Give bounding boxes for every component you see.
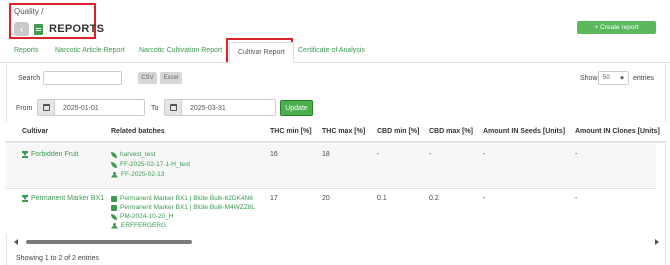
batch-link[interactable]: FF-2025-02-13 (111, 171, 164, 178)
table-info: Showing 1 to 2 of 2 entries (16, 255, 99, 262)
back-button[interactable]: ‹ (14, 22, 29, 36)
cultivar-name: Permanent Marker BX1 (31, 195, 105, 202)
col-cultivar[interactable]: Cultivar (22, 128, 48, 135)
batch-link[interactable]: FF-2025-02-17-1-H_test (111, 161, 190, 168)
thc-max-value: 20 (322, 195, 330, 202)
col-amount-clones[interactable]: Amount IN Clones [Units] (575, 128, 660, 135)
col-cbd-max[interactable]: CBD max [%] (429, 128, 473, 135)
create-report-button[interactable]: + Create report (577, 21, 656, 34)
tab-narcotic-cultivation-report[interactable]: Narcotic Cultivation Report (139, 47, 222, 54)
from-label: From (16, 105, 33, 112)
search-label: Search (18, 75, 41, 82)
tab-reports[interactable]: Reports (14, 47, 39, 54)
chevron-left-icon: ‹ (20, 24, 23, 34)
cultivar-link[interactable]: Forbidden Fruit (22, 151, 78, 158)
leaf-icon (111, 151, 117, 158)
leaf-icon (111, 213, 117, 220)
report-document-icon (34, 23, 43, 35)
from-date-input[interactable]: 2025-01-01 (55, 99, 145, 116)
thc-min-value: 17 (270, 195, 278, 202)
from-calendar-button[interactable] (37, 99, 55, 116)
batch-label: Permanent Marker BX1 | Blüte Bulk-62DK4N… (120, 195, 253, 202)
col-thc-max[interactable]: THC max [%] (322, 128, 365, 135)
batch-link[interactable]: PM-2024-10-20_H (111, 213, 173, 220)
box-icon (111, 204, 117, 211)
page-size-value: 50 (603, 75, 610, 81)
cultivar-icon (22, 195, 28, 202)
thc-max-value: 18 (322, 151, 330, 158)
page-title: REPORTS (49, 23, 105, 35)
scroll-left-arrow-icon[interactable] (14, 239, 18, 245)
seeds-value: - (483, 195, 486, 202)
tab-cultivar-report[interactable]: Cultivar Report (229, 42, 294, 63)
cultivar-name: Forbidden Fruit (31, 151, 79, 158)
to-date-input[interactable]: 2025-03-31 (182, 99, 276, 116)
col-thc-min[interactable]: THC min [%] (270, 128, 312, 135)
to-label: To (151, 105, 159, 112)
cbd-max-value: 0.2 (429, 195, 439, 202)
plants-icon (111, 171, 118, 178)
seeds-value: - (483, 151, 486, 158)
col-amount-seeds[interactable]: Amount IN Seeds [Units] (483, 128, 565, 135)
cultivar-icon (22, 151, 28, 158)
calendar-icon (169, 104, 177, 111)
batch-link[interactable]: ERFFERGERG (111, 222, 166, 229)
thc-min-value: 16 (270, 151, 278, 158)
breadcrumb[interactable]: Quality / (14, 7, 43, 16)
excel-button[interactable]: Excel (160, 72, 182, 84)
title-row: ‹ REPORTS (14, 21, 104, 37)
scroll-right-arrow-icon[interactable] (655, 239, 659, 245)
cbd-max-value: - (429, 151, 432, 158)
horizontal-scrollbar[interactable] (14, 237, 659, 247)
page-size-select[interactable]: 50 ◆ (598, 71, 629, 85)
cbd-min-value: - (377, 151, 380, 158)
batch-link[interactable]: Permanent Marker BX1 | Blüte Bulk-62DK4N… (111, 195, 253, 202)
batch-label: harvest_test (120, 151, 156, 158)
calendar-icon (42, 104, 50, 111)
batch-link[interactable]: Permanent Marker BX1 | Blüte Bulk-M4WZZ8… (111, 204, 255, 211)
batch-label: Permanent Marker BX1 | Blüte Bulk-M4WZZ8… (120, 204, 255, 211)
plants-icon (111, 222, 118, 229)
show-label: Show (580, 75, 598, 82)
report-tabs: Reports Narcotic Article Report Narcotic… (0, 42, 670, 63)
cbd-min-value: 0.1 (377, 195, 387, 202)
batch-label: FF-2025-02-13 (121, 171, 165, 178)
csv-button[interactable]: CSV (138, 72, 157, 84)
tab-certificate-of-analysis[interactable]: Certificate of Analysis (298, 47, 365, 54)
entries-label: entries (633, 75, 655, 82)
table-row (6, 144, 656, 187)
cultivar-link[interactable]: Permanent Marker BX1 (22, 195, 104, 202)
clones-value: - (575, 151, 578, 158)
box-icon (111, 195, 117, 202)
update-button[interactable]: Update (280, 100, 313, 116)
batch-label: FF-2025-02-17-1-H_test (120, 161, 191, 168)
batch-link[interactable]: harvest_test (111, 151, 155, 158)
scrollbar-thumb[interactable] (26, 240, 192, 244)
col-related-batches[interactable]: Related batches (111, 128, 165, 135)
batch-label: ERFFERGERG (121, 222, 167, 229)
clones-value: - (575, 195, 578, 202)
search-input[interactable] (43, 71, 122, 85)
to-calendar-button[interactable] (164, 99, 182, 116)
tab-narcotic-article-report[interactable]: Narcotic Article Report (55, 47, 125, 54)
col-cbd-min[interactable]: CBD min [%] (377, 128, 419, 135)
sort-caret-icon: ◆ (620, 75, 624, 81)
batch-label: PM-2024-10-20_H (120, 213, 174, 220)
leaf-icon (111, 161, 117, 168)
